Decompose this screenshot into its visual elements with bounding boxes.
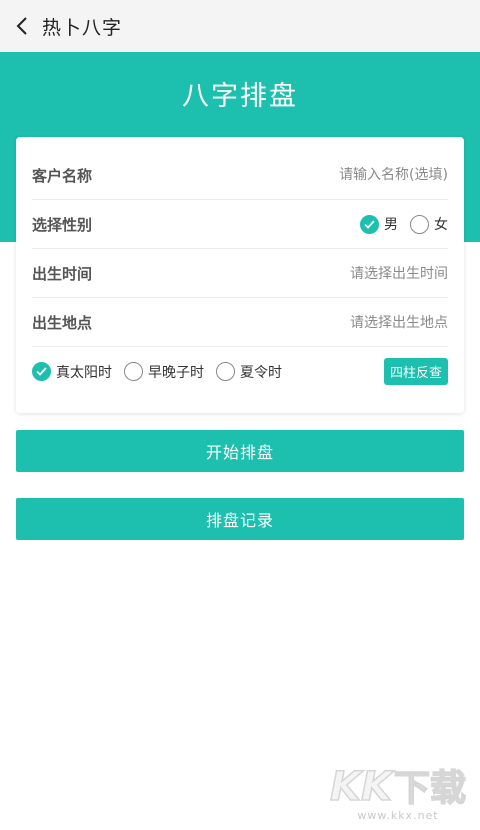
- watermark-letter: K: [360, 764, 393, 810]
- bazi-form-card: 客户名称 选择性别 男 女 出生时间 请选择出生时间 出生地点 请选择出生地点: [16, 137, 464, 413]
- watermark-logo: K K 下载: [329, 764, 467, 810]
- gender-female-radio[interactable]: 女: [410, 214, 448, 234]
- gender-female-label: 女: [434, 217, 448, 233]
- name-row: 客户名称: [32, 151, 448, 200]
- time-options-row: 真太阳时 早晚子时 夏令时 四柱反查: [32, 347, 448, 396]
- app-title: 热卜八字: [42, 16, 123, 39]
- gender-row: 选择性别 男 女: [32, 200, 448, 249]
- circle-icon: [410, 214, 429, 234]
- chart-records-button[interactable]: 排盘记录: [16, 498, 464, 540]
- daylight-saving-label: 夏令时: [240, 364, 282, 381]
- page-title: 八字排盘: [182, 81, 298, 112]
- check-circle-icon: [360, 214, 379, 234]
- daylight-saving-checkbox[interactable]: 夏令时: [216, 362, 282, 382]
- birth-time-row[interactable]: 出生时间 请选择出生时间: [32, 249, 448, 298]
- name-input[interactable]: [228, 167, 448, 183]
- top-bar: 热卜八字: [0, 0, 480, 52]
- birth-place-row[interactable]: 出生地点 请选择出生地点: [32, 298, 448, 347]
- watermark: K K 下载 www.kkx.net: [329, 764, 467, 822]
- true-solar-time-checkbox[interactable]: 真太阳时: [32, 362, 112, 382]
- early-late-zi-checkbox[interactable]: 早晚子时: [124, 362, 204, 382]
- birth-time-label: 出生时间: [32, 264, 93, 283]
- name-label: 客户名称: [32, 166, 93, 185]
- back-button[interactable]: [2, 0, 42, 52]
- true-solar-time-label: 真太阳时: [56, 364, 112, 381]
- gender-male-radio[interactable]: 男: [360, 214, 398, 234]
- birth-place-label: 出生地点: [32, 313, 93, 332]
- early-late-zi-label: 早晚子时: [148, 364, 204, 381]
- gender-male-label: 男: [384, 217, 398, 233]
- birth-place-picker[interactable]: 请选择出生地点: [228, 312, 448, 332]
- check-circle-icon: [32, 362, 51, 381]
- birth-time-picker[interactable]: 请选择出生时间: [228, 263, 448, 283]
- reverse-lookup-button[interactable]: 四柱反查: [383, 358, 448, 385]
- circle-icon: [216, 362, 235, 381]
- gender-radio-group: 男 女: [360, 214, 448, 234]
- start-chart-button[interactable]: 开始排盘: [16, 430, 464, 472]
- gender-label: 选择性别: [32, 215, 93, 234]
- watermark-zh: 下载: [393, 768, 467, 809]
- circle-icon: [124, 362, 143, 381]
- chevron-left-icon: [16, 17, 27, 35]
- time-options-group: 真太阳时 早晚子时 夏令时: [32, 362, 282, 382]
- watermark-url: www.kkx.net: [357, 809, 439, 822]
- watermark-letter: K: [329, 764, 362, 810]
